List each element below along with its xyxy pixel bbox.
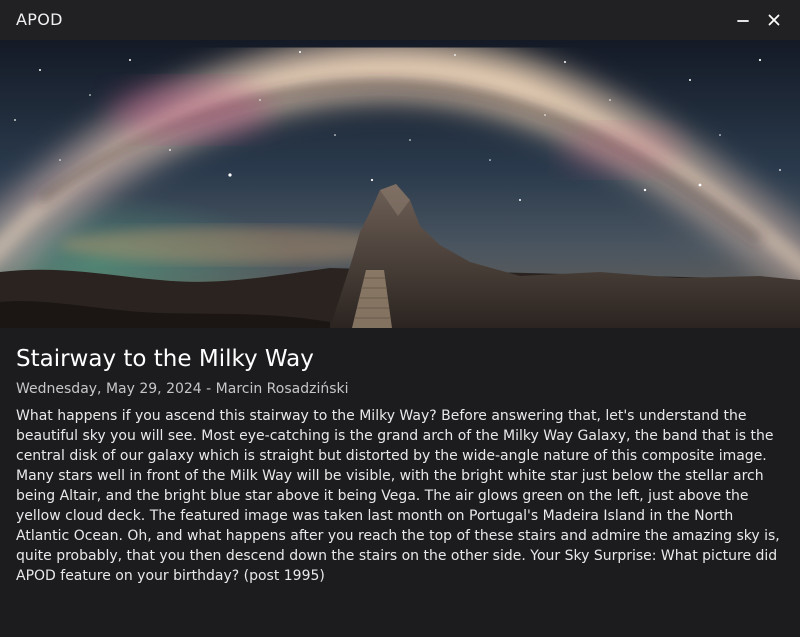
meta-separator: -: [201, 381, 216, 397]
article-title: Stairway to the Milky Way: [16, 346, 314, 372]
hero-image[interactable]: [0, 40, 800, 328]
article: Stairway to the Milky Way Wednesday, May…: [16, 342, 784, 586]
minimize-icon: [737, 20, 749, 22]
milky-way-photo: [0, 40, 800, 328]
minimize-button[interactable]: [733, 10, 753, 30]
close-icon: [768, 14, 780, 26]
app-title: APOD: [16, 10, 63, 29]
article-meta: Wednesday, May 29, 2024 - Marcin Rosadzi…: [16, 378, 784, 400]
article-date: Wednesday, May 29, 2024: [16, 381, 202, 397]
app-window: APOD Stairway to the Milky Way Wednesday…: [0, 0, 800, 637]
close-button[interactable]: [764, 10, 784, 30]
article-author: Marcin Rosadziński: [215, 381, 349, 397]
title-bar[interactable]: APOD: [0, 0, 800, 40]
article-explanation: What happens if you ascend this stairway…: [16, 408, 780, 584]
